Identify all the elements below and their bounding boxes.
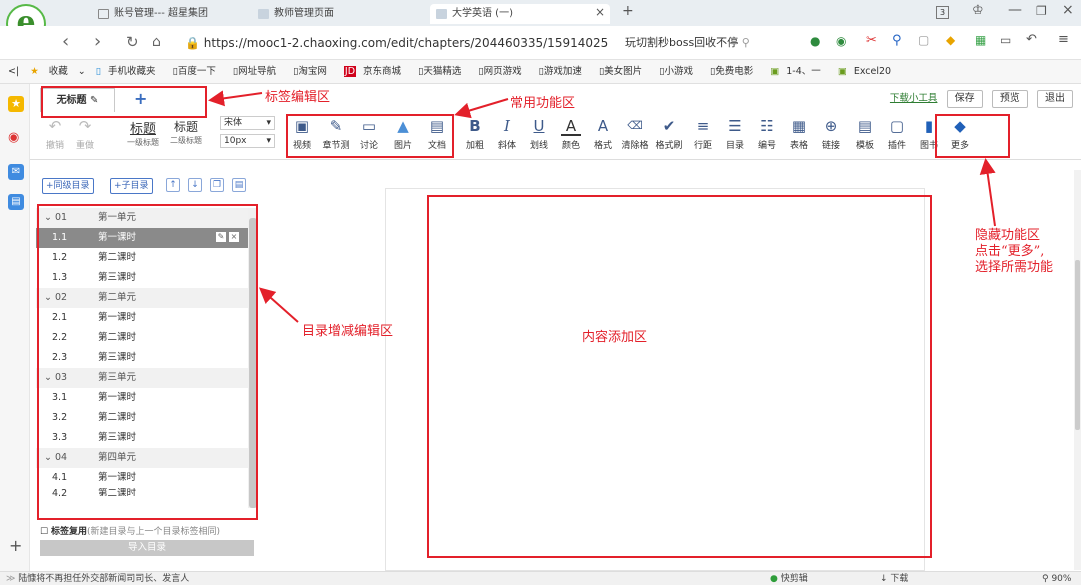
news-icon: ≫ — [6, 574, 16, 584]
clip-icon: ● — [770, 574, 778, 584]
arrow-hidden-tools — [979, 158, 996, 227]
arrow-tag-area — [208, 90, 263, 107]
download-button[interactable]: ↓ 下载 — [880, 572, 908, 586]
arrow-outline-area — [259, 287, 299, 323]
zoom-level[interactable]: ⚲ 90% — [1042, 572, 1071, 586]
status-bar: ≫ 陆慷将不再担任外交部新闻司司长、发言人 ● 快剪辑 ↓ 下载 ⚲ 90% — [0, 571, 1081, 585]
news-ticker[interactable]: 陆慷将不再担任外交部新闻司司长、发言人 — [18, 574, 189, 584]
arrow-common-tools — [454, 98, 509, 119]
annotation-arrows — [208, 90, 996, 323]
quick-clip-button[interactable]: ● 快剪辑 — [770, 572, 808, 586]
